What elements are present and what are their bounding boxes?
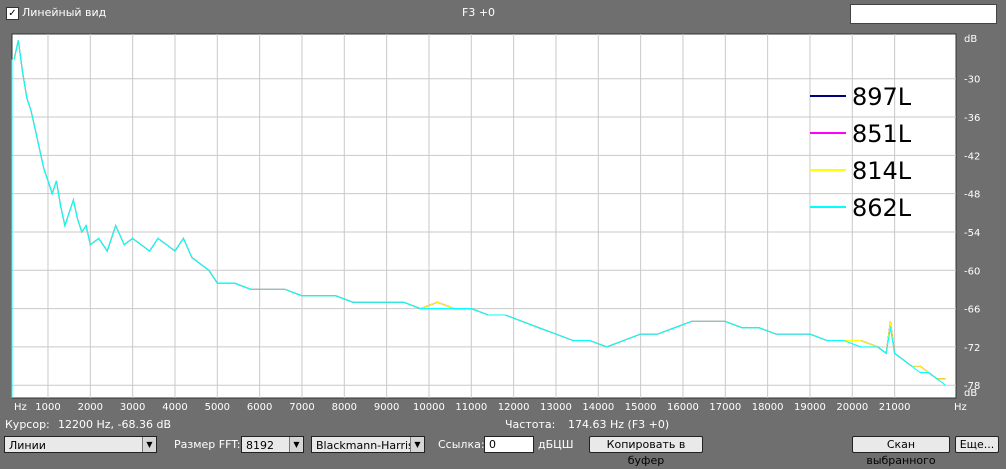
reference-label: Ссылка: (438, 438, 485, 451)
chevron-down-icon[interactable]: ▼ (142, 437, 156, 452)
x-tick-label: 19000 (794, 402, 826, 413)
scan-selected-button[interactable]: Скан выбранного (852, 436, 950, 467)
window-select[interactable]: Blackmann-Harris ▼ (311, 436, 425, 453)
x-tick-label: 17000 (709, 402, 741, 413)
x-tick-label: 13000 (540, 402, 572, 413)
chart-area: 1000 2000 3000 4000 5000 6000 7000 8000 9000 1000… (0, 26, 1006, 416)
linear-view-checkbox[interactable]: ✓ (6, 7, 19, 20)
more-button[interactable]: Еще... (955, 436, 999, 453)
x-tick-label: 14000 (582, 402, 614, 413)
x-tick-label: 1000 (35, 402, 60, 413)
x-tick-label: 3000 (120, 402, 145, 413)
fft-size-label: Размер FFT: (174, 438, 241, 451)
mode-select[interactable]: Линии ▼ (4, 436, 157, 453)
copy-to-buffer-button[interactable]: Копировать в буфер (589, 436, 703, 467)
x-tick-label: 15000 (625, 402, 657, 413)
cursor-label: Курсор: (5, 418, 50, 431)
reference-unit: дБЦШ (538, 438, 574, 451)
legend-entry-label: 862L (852, 194, 912, 222)
spectrum-chart: 1000 2000 3000 4000 5000 6000 7000 8000 9000 1000… (11, 33, 980, 413)
x-tick-label: 5000 (205, 402, 230, 413)
x-tick-label: 21000 (879, 402, 911, 413)
chevron-down-icon[interactable]: ▼ (289, 437, 303, 452)
x-tick-label: 9000 (374, 402, 399, 413)
chevron-down-icon[interactable]: ▼ (410, 437, 424, 452)
cursor-value: 12200 Hz, -68.36 dB (58, 418, 172, 431)
reference-input[interactable]: 0 (484, 436, 534, 453)
frequency-value: 174.63 Hz (F3 +0) (568, 418, 670, 431)
x-tick-label: 6000 (247, 402, 272, 413)
linear-view-label: Линейный вид (22, 6, 107, 19)
x-tick-label: 11000 (455, 402, 487, 413)
y-unit-label-top: dB (964, 34, 977, 45)
x-tick-label: 10000 (413, 402, 445, 413)
y-tick-label: -42 (964, 151, 980, 162)
x-unit-label-right: Hz (954, 402, 967, 413)
y-tick-label: -66 (964, 305, 980, 316)
plot-background (11, 33, 957, 399)
x-tick-label: 20000 (836, 402, 868, 413)
y-tick-label: -54 (964, 228, 980, 239)
y-tick-label: -72 (964, 343, 980, 354)
mode-select-value: Линии (9, 439, 46, 452)
x-tick-label: 8000 (332, 402, 357, 413)
x-tick-label: 2000 (78, 402, 103, 413)
controls-bar: Линии ▼ Размер FFT: 8192 ▼ Blackmann-Har… (0, 435, 1006, 467)
y-unit-label-bottom: dB (964, 388, 977, 399)
legend-entry-label: 897L (852, 83, 912, 111)
legend-entry-label: 851L (852, 120, 912, 148)
x-tick-label: 18000 (752, 402, 784, 413)
x-tick-label: 7000 (289, 402, 314, 413)
fft-size-value: 8192 (246, 439, 274, 452)
frequency-label: Частота: (505, 418, 556, 431)
y-tick-label: -30 (964, 75, 980, 86)
top-bar: ✓ Линейный вид F3 +0 (0, 0, 1006, 26)
legend-entry-label: 814L (852, 157, 912, 185)
x-tick-label: 12000 (498, 402, 530, 413)
y-tick-label: -60 (964, 266, 980, 277)
y-tick-label: -48 (964, 190, 980, 201)
fft-size-select[interactable]: 8192 ▼ (241, 436, 304, 453)
x-tick-label: 16000 (667, 402, 699, 413)
top-right-field[interactable] (850, 4, 997, 24)
status-bar: Курсор: 12200 Hz, -68.36 dB Частота: 174… (0, 417, 1006, 433)
window-title: F3 +0 (462, 6, 496, 19)
y-tick-label: -36 (964, 113, 980, 124)
window-select-value: Blackmann-Harris (316, 439, 414, 452)
x-tick-label: 4000 (162, 402, 187, 413)
x-unit-label-left: Hz (14, 402, 27, 413)
